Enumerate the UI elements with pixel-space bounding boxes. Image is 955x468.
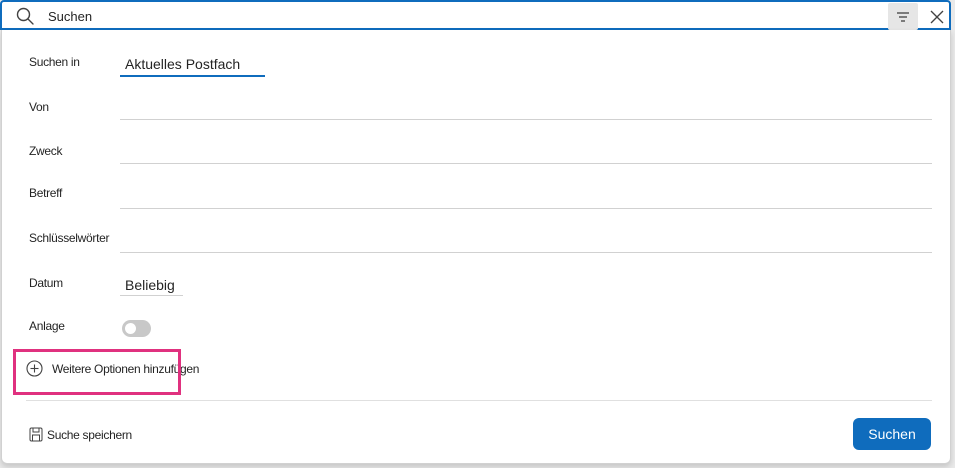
date-label: Datum: [29, 276, 63, 290]
from-label: Von: [29, 100, 49, 114]
attachment-label: Anlage: [29, 319, 65, 333]
search-input[interactable]: Suchen: [48, 9, 92, 24]
search-submit-button[interactable]: Suchen: [853, 418, 931, 450]
close-icon: [930, 10, 944, 24]
save-search-label: Suche speichern: [47, 427, 132, 442]
advanced-search-panel: Suchen in Aktuelles Postfach Von Zweck B…: [1, 30, 951, 464]
highlight-box: [13, 349, 181, 395]
search-in-dropdown[interactable]: Aktuelles Postfach: [125, 56, 240, 72]
attachment-toggle[interactable]: [122, 320, 151, 337]
save-search-button[interactable]: Suche speichern: [29, 427, 132, 442]
to-field[interactable]: [120, 163, 932, 164]
search-in-underline: [120, 75, 265, 77]
close-button[interactable]: [924, 4, 950, 30]
filter-icon: [897, 11, 909, 22]
from-field[interactable]: [120, 119, 932, 120]
subject-field[interactable]: [120, 208, 932, 209]
subject-label: Betreff: [29, 186, 63, 200]
save-icon: [29, 427, 43, 442]
search-bar[interactable]: Suchen: [0, 0, 951, 30]
date-dropdown[interactable]: Beliebig: [125, 277, 175, 293]
filter-button[interactable]: [888, 3, 918, 30]
toggle-knob: [125, 323, 136, 334]
search-in-label: Suchen in: [29, 55, 80, 69]
to-label: Zweck: [29, 144, 63, 158]
divider: [26, 400, 932, 401]
search-icon: [16, 7, 34, 25]
keywords-field[interactable]: [120, 252, 932, 253]
date-underline: [120, 295, 183, 296]
keywords-label: Schlüsselwörter: [29, 231, 110, 245]
